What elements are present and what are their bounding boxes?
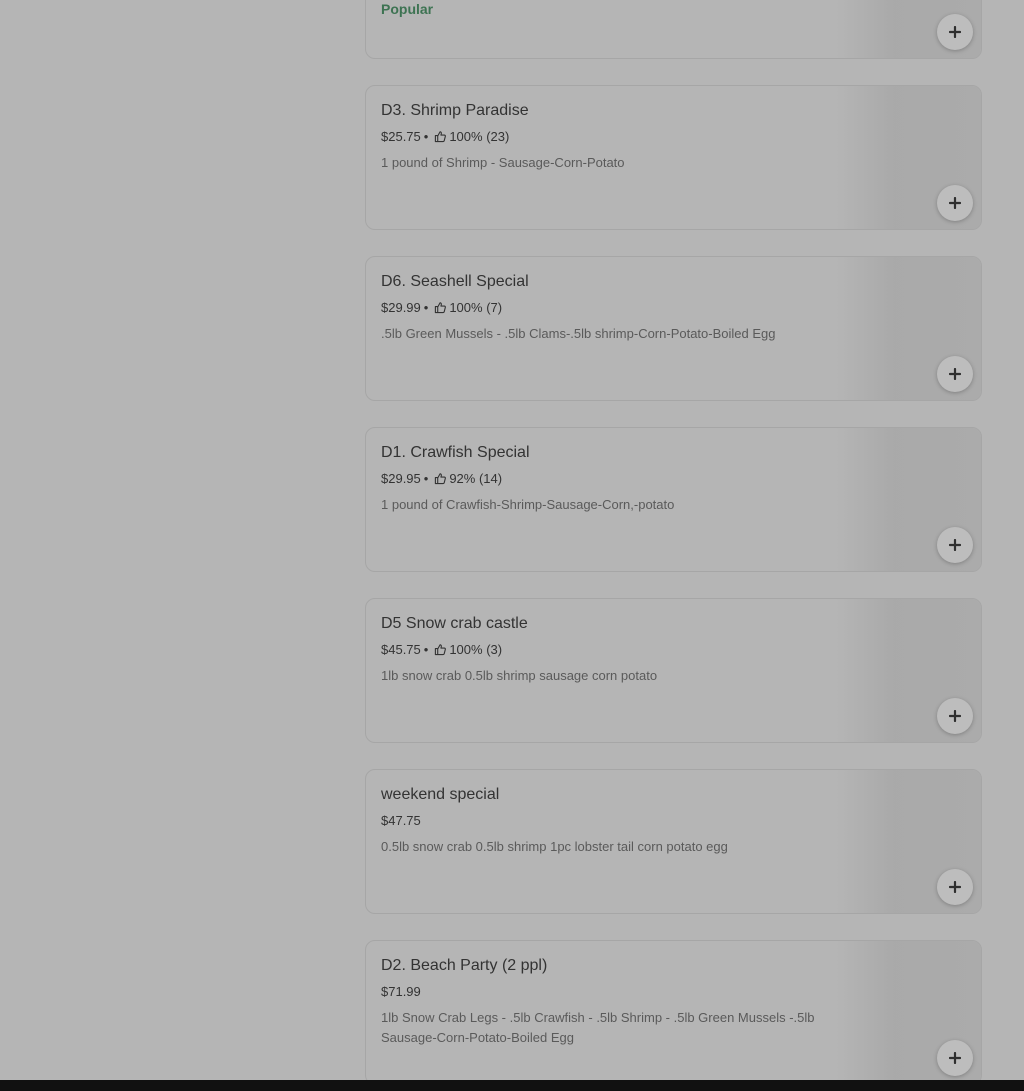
item-meta: $45.75 • 100% (3) — [381, 642, 502, 657]
item-rating: 92% (14) — [449, 471, 503, 486]
popular-badge: Popular — [381, 1, 434, 17]
item-description: 1 pound of Shrimp - Sausage-Corn-Potato — [381, 155, 625, 170]
item-price: $71.99 — [381, 984, 421, 999]
item-rating: 100% (7) — [449, 300, 503, 315]
separator: • — [423, 642, 429, 657]
thumbs-up-icon — [434, 643, 447, 656]
item-price: $45.75 — [381, 642, 421, 657]
menu-item-card[interactable]: D2. Beach Party (2 ppl) $71.99 1lb Snow … — [365, 940, 982, 1085]
menu-item-card[interactable]: D3. Shrimp Paradise $25.75 • 100% (23) 1… — [365, 85, 982, 230]
plus-icon — [949, 368, 961, 380]
item-description: 0.5lb snow crab 0.5lb shrimp 1pc lobster… — [381, 839, 728, 854]
item-name: weekend special — [381, 786, 500, 803]
item-price: $47.75 — [381, 813, 421, 828]
plus-icon — [949, 881, 961, 893]
menu-item-card[interactable]: D5 Snow crab castle $45.75 • 100% (3) 1l… — [365, 598, 982, 743]
add-item-button[interactable] — [937, 185, 973, 221]
item-meta: $25.75 • 100% (23) — [381, 129, 509, 144]
item-price: $29.99 — [381, 300, 421, 315]
add-item-button[interactable] — [937, 869, 973, 905]
item-name: D3. Shrimp Paradise — [381, 102, 529, 119]
menu-item-card[interactable]: weekend special $47.75 0.5lb snow crab 0… — [365, 769, 982, 914]
plus-icon — [949, 26, 961, 38]
item-price: $25.75 — [381, 129, 421, 144]
plus-icon — [949, 1052, 961, 1064]
add-item-button[interactable] — [937, 14, 973, 50]
separator: • — [423, 300, 429, 315]
item-rating: 100% (3) — [449, 642, 503, 657]
item-name: D6. Seashell Special — [381, 273, 529, 290]
item-rating: 100% (23) — [449, 129, 510, 144]
item-description: 1lb snow crab 0.5lb shrimp sausage corn … — [381, 668, 658, 683]
menu-item-card[interactable]: D1. Crawfish Special $29.95 • 92% (14) 1… — [365, 427, 982, 572]
item-meta: $71.99 — [381, 984, 421, 999]
item-price: $29.95 — [381, 471, 421, 486]
item-name: D5 Snow crab castle — [381, 615, 528, 632]
add-item-button[interactable] — [937, 1040, 973, 1076]
menu-item-card[interactable]: Popular — [365, 0, 982, 59]
plus-icon — [949, 197, 961, 209]
item-description: .5lb Green Mussels - .5lb Clams-.5lb shr… — [381, 326, 776, 341]
add-item-button[interactable] — [937, 698, 973, 734]
item-description: 1 pound of Crawfish-Shrimp-Sausage-Corn,… — [381, 497, 675, 512]
thumbs-up-icon — [434, 301, 447, 314]
thumbs-up-icon — [434, 130, 447, 143]
separator: • — [423, 129, 429, 144]
bottom-edge-bar — [0, 1080, 1024, 1091]
plus-icon — [949, 539, 961, 551]
item-meta: $47.75 — [381, 813, 421, 828]
item-meta: $29.95 • 92% (14) — [381, 471, 502, 486]
separator: • — [423, 471, 429, 486]
add-item-button[interactable] — [937, 356, 973, 392]
thumbs-up-icon — [434, 472, 447, 485]
menu-item-card[interactable]: D6. Seashell Special $29.99 • 100% (7) .… — [365, 256, 982, 401]
add-item-button[interactable] — [937, 527, 973, 563]
plus-icon — [949, 710, 961, 722]
item-description: 1lb Snow Crab Legs - .5lb Crawfish - .5l… — [381, 1010, 815, 1045]
item-meta: $29.99 • 100% (7) — [381, 300, 502, 315]
item-name: D2. Beach Party (2 ppl) — [381, 957, 548, 974]
item-name: D1. Crawfish Special — [381, 444, 530, 461]
